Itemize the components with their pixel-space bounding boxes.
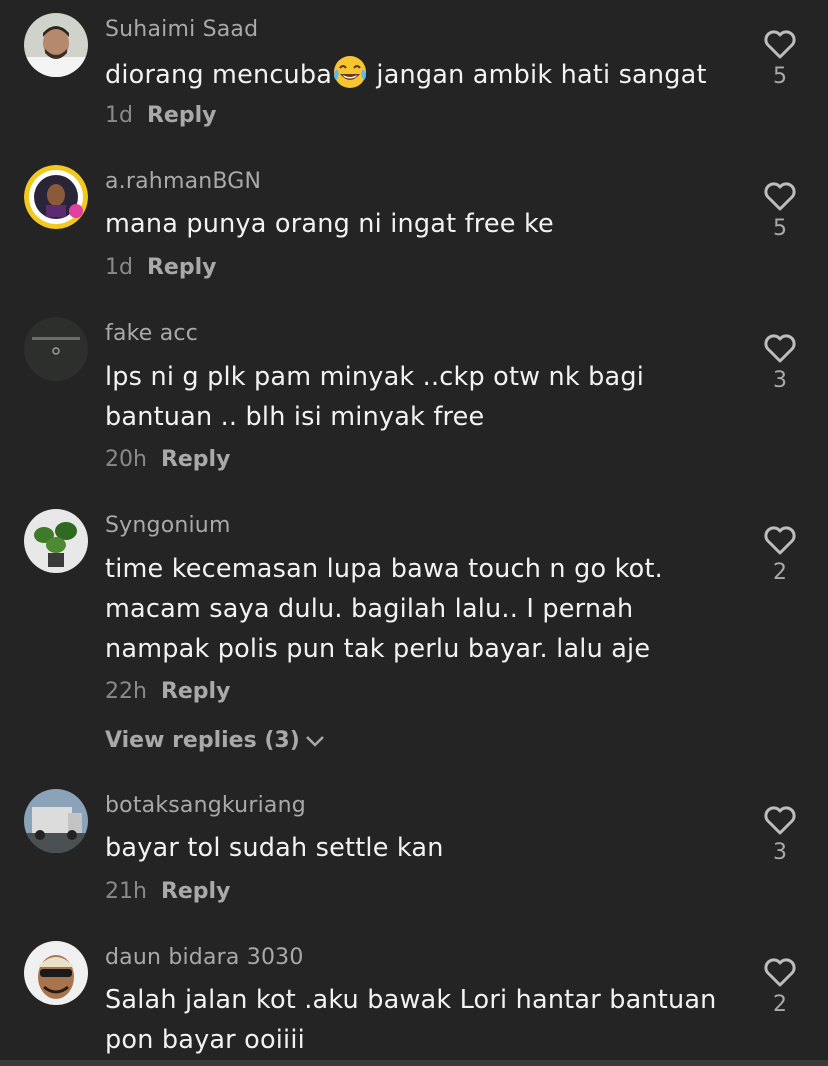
heart-icon[interactable] (762, 524, 798, 556)
comment-meta: 20h Reply (105, 447, 230, 472)
avatar[interactable] (24, 941, 88, 1005)
like-count: 5 (773, 64, 787, 89)
like-count: 5 (773, 216, 787, 241)
view-replies-label: View replies (3) (105, 728, 300, 753)
heart-icon[interactable] (762, 28, 798, 60)
like-button[interactable]: 2 (760, 524, 800, 585)
comment-time: 22h (105, 679, 147, 704)
comment-username[interactable]: Syngonium (105, 513, 231, 538)
like-count: 3 (773, 368, 787, 393)
tears-of-joy-emoji-icon (332, 54, 368, 90)
avatar[interactable] (24, 789, 88, 853)
comment-meta: 1d Reply (105, 255, 216, 280)
comment-text: diorang mencuba jangan ambik hati sangat (105, 54, 735, 95)
reply-button[interactable]: Reply (161, 447, 231, 472)
comment-time: 20h (105, 447, 147, 472)
reply-button[interactable]: Reply (147, 103, 217, 128)
comment-username[interactable]: Suhaimi Saad (105, 17, 258, 42)
comment-text-part: diorang mencuba (105, 60, 333, 90)
like-button[interactable]: 3 (760, 332, 800, 393)
reply-button[interactable]: Reply (147, 255, 217, 280)
reply-button[interactable]: Reply (161, 679, 231, 704)
comment-text: Salah jalan kot .aku bawak Lori hantar b… (105, 985, 717, 1055)
avatar[interactable] (24, 509, 88, 573)
like-count: 2 (773, 992, 787, 1017)
heart-icon[interactable] (762, 956, 798, 988)
comment-username[interactable]: daun bidara 3030 (105, 945, 304, 970)
avatar[interactable] (24, 13, 88, 77)
like-button[interactable]: 5 (760, 28, 800, 89)
comment-username[interactable]: botaksangkuriang (105, 793, 306, 818)
heart-icon[interactable] (762, 332, 798, 364)
comment-username[interactable]: fake acc (105, 321, 198, 346)
comment-time: 1d (105, 103, 133, 128)
comment-text: mana punya orang ni ingat free ke (105, 209, 554, 239)
like-button[interactable]: 3 (760, 804, 800, 865)
comment-username[interactable]: a.rahmanBGN (105, 169, 261, 194)
comment-meta: 21h Reply (105, 879, 230, 904)
like-count: 3 (773, 840, 787, 865)
heart-icon[interactable] (762, 804, 798, 836)
like-button[interactable]: 2 (760, 956, 800, 1017)
avatar[interactable] (24, 165, 88, 229)
bottom-divider (0, 1060, 828, 1066)
comment-time: 21h (105, 879, 147, 904)
comment-text: time kecemasan lupa bawa touch n go kot.… (105, 554, 663, 664)
view-replies-button[interactable]: View replies (3) (105, 728, 326, 753)
chevron-down-icon (305, 736, 324, 747)
comment-text: bayar tol sudah settle kan (105, 833, 444, 863)
comment-meta: 22h Reply (105, 679, 230, 704)
comment-time: 1d (105, 255, 133, 280)
comment-text: lps ni g plk pam minyak ..ckp otw nk bag… (105, 362, 645, 432)
like-button[interactable]: 5 (760, 180, 800, 241)
comment-text-part: jangan ambik hati sangat (368, 60, 707, 90)
comment-meta: 1d Reply (105, 103, 216, 128)
heart-icon[interactable] (762, 180, 798, 212)
reply-button[interactable]: Reply (161, 879, 231, 904)
like-count: 2 (773, 560, 787, 585)
avatar[interactable] (24, 317, 88, 381)
